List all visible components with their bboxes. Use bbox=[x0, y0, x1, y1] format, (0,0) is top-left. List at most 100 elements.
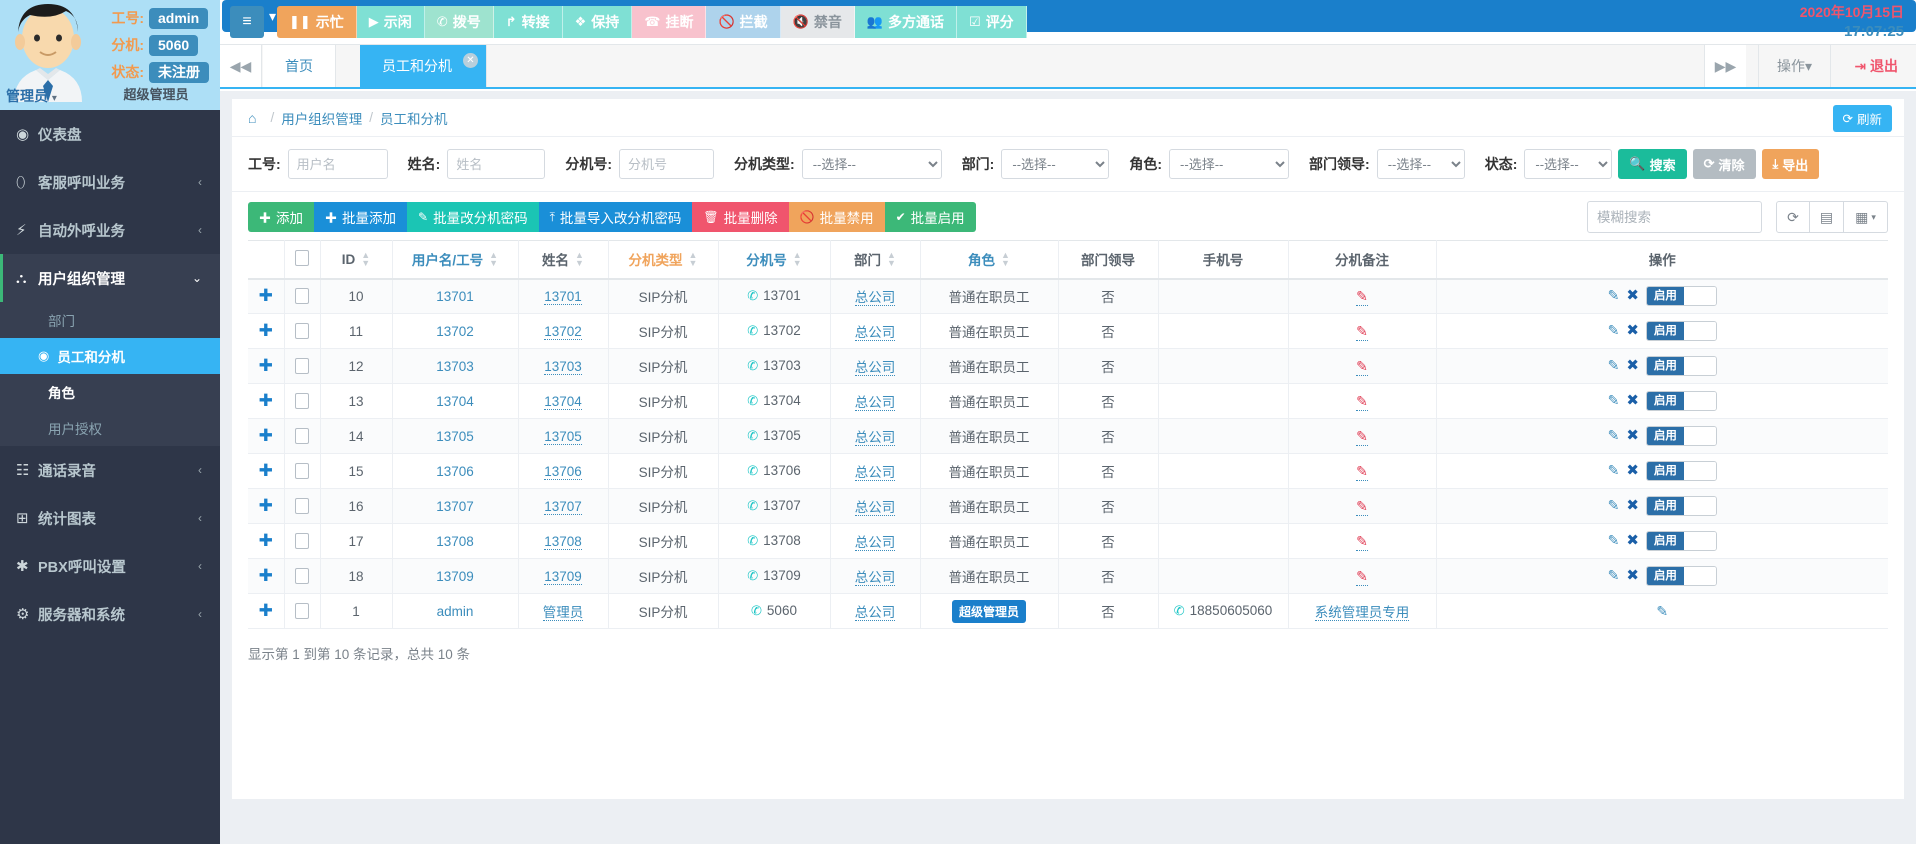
breadcrumb-link-user-org[interactable]: 用户组织管理 bbox=[281, 108, 362, 128]
table-header-ID[interactable]: ID ▲ ▼ bbox=[320, 240, 393, 280]
sort-icon[interactable]: ▲ ▼ bbox=[887, 251, 896, 268]
row-delete-icon[interactable]: ✖ bbox=[1626, 357, 1639, 374]
edit-remark-icon[interactable]: ✎ bbox=[1356, 287, 1368, 306]
cell-name[interactable]: 13705 bbox=[544, 428, 582, 445]
cell-username[interactable]: 13706 bbox=[436, 464, 474, 479]
row-enable-toggle[interactable]: 启用 bbox=[1645, 426, 1717, 447]
clear-button[interactable]: ⟳ 清除 bbox=[1692, 149, 1756, 179]
expand-row-icon[interactable]: ✚ bbox=[259, 566, 273, 585]
row-checkbox[interactable] bbox=[295, 358, 309, 375]
expand-row-icon[interactable]: ✚ bbox=[259, 391, 273, 410]
row-checkbox[interactable] bbox=[295, 428, 309, 445]
cell-name[interactable]: 13702 bbox=[544, 323, 582, 340]
sort-icon[interactable]: ▲ ▼ bbox=[689, 251, 698, 268]
row-edit-icon[interactable]: ✎ bbox=[1608, 392, 1620, 408]
cell-name[interactable]: 13704 bbox=[544, 393, 582, 410]
cell-username[interactable]: 13705 bbox=[436, 429, 474, 444]
call-button-0[interactable]: ❚❚ 示忙 bbox=[277, 6, 357, 38]
row-edit-icon[interactable]: ✎ bbox=[1608, 287, 1620, 303]
filter-role-select[interactable]: --选择-- bbox=[1169, 149, 1290, 179]
expand-row-icon[interactable]: ✚ bbox=[259, 426, 273, 445]
cell-name[interactable]: 13703 bbox=[544, 358, 582, 375]
row-enable-toggle[interactable]: 启用 bbox=[1645, 496, 1717, 517]
row-checkbox[interactable] bbox=[295, 463, 309, 480]
tab-home[interactable]: 首页 bbox=[263, 45, 336, 87]
call-button-8[interactable]: 👥 多方通话 bbox=[854, 6, 958, 38]
row-edit-icon[interactable]: ✎ bbox=[1608, 322, 1620, 338]
cell-username[interactable]: 13707 bbox=[436, 499, 474, 514]
sidebar-item-auto-dialer[interactable]: ⚡ 自动外呼业务 ‹ bbox=[0, 206, 220, 254]
cell-remark[interactable]: 系统管理员专用 bbox=[1314, 605, 1410, 621]
home-icon[interactable]: ⌂ bbox=[248, 110, 256, 126]
filter-dept-select[interactable]: --选择-- bbox=[1001, 149, 1110, 179]
cell-name[interactable]: 13706 bbox=[544, 463, 582, 480]
select-all-checkbox[interactable] bbox=[295, 249, 309, 266]
profile-name-dropdown[interactable]: 管理员 ▾ bbox=[6, 86, 57, 106]
table-header-分机类型[interactable]: 分机类型 ▲ ▼ bbox=[608, 240, 719, 280]
cell-dept[interactable]: 总公司 bbox=[854, 360, 896, 376]
cell-username[interactable]: 13708 bbox=[436, 534, 474, 549]
bulk-action-4[interactable]: 🗑 批量删除 bbox=[692, 202, 789, 232]
call-button-5[interactable]: ☎ 挂断 bbox=[632, 6, 707, 38]
call-button-1[interactable]: ▶ 示闲 bbox=[356, 6, 425, 38]
row-enable-toggle[interactable]: 启用 bbox=[1645, 321, 1717, 342]
row-checkbox[interactable] bbox=[295, 393, 309, 410]
filter-name-input[interactable] bbox=[447, 149, 546, 179]
cell-dept[interactable]: 总公司 bbox=[854, 430, 896, 446]
row-checkbox[interactable] bbox=[295, 288, 309, 305]
call-button-9[interactable]: ☑ 评分 bbox=[957, 6, 1027, 38]
call-button-6[interactable]: 🚫 拦截 bbox=[706, 6, 781, 38]
sort-icon[interactable]: ▲ ▼ bbox=[1001, 251, 1010, 268]
table-header-姓名[interactable]: 姓名 ▲ ▼ bbox=[518, 240, 609, 280]
row-enable-toggle[interactable]: 启用 bbox=[1645, 461, 1717, 482]
bulk-action-5[interactable]: 🚫 批量禁用 bbox=[788, 202, 885, 232]
filter-leader-select[interactable]: --选择-- bbox=[1376, 149, 1465, 179]
cell-name[interactable]: 13701 bbox=[544, 288, 582, 305]
edit-remark-icon[interactable]: ✎ bbox=[1356, 392, 1368, 411]
breadcrumb-link-staff-extension[interactable]: 员工和分机 bbox=[380, 108, 448, 128]
sort-icon[interactable]: ▲ ▼ bbox=[361, 251, 370, 268]
fuzzy-search-input[interactable] bbox=[1587, 201, 1762, 233]
edit-remark-icon[interactable]: ✎ bbox=[1356, 462, 1368, 481]
filter-ext-input[interactable] bbox=[619, 149, 715, 179]
row-delete-icon[interactable]: ✖ bbox=[1626, 497, 1639, 514]
cell-name[interactable]: 管理员 bbox=[542, 605, 584, 621]
row-edit-icon[interactable]: ✎ bbox=[1608, 532, 1620, 548]
row-checkbox[interactable] bbox=[295, 603, 309, 620]
sidebar-item-department[interactable]: 部门 bbox=[0, 302, 220, 338]
expand-row-icon[interactable]: ✚ bbox=[259, 496, 273, 515]
row-delete-icon[interactable]: ✖ bbox=[1626, 532, 1639, 549]
row-edit-icon[interactable]: ✎ bbox=[1656, 603, 1668, 619]
filter-ext-type-select[interactable]: --选择-- bbox=[801, 149, 942, 179]
cell-username[interactable]: 13709 bbox=[436, 569, 474, 584]
edit-remark-icon[interactable]: ✎ bbox=[1356, 567, 1368, 586]
sidebar-item-user-authorization[interactable]: 用户授权 bbox=[0, 410, 220, 446]
bulk-action-2[interactable]: ✎ 批量改分机密码 bbox=[407, 202, 539, 232]
expand-row-icon[interactable]: ✚ bbox=[259, 321, 273, 340]
cell-dept[interactable]: 总公司 bbox=[854, 605, 896, 621]
call-button-3[interactable]: ↱ 转接 bbox=[493, 6, 563, 38]
bulk-action-3[interactable]: ⤒ 批量导入改分机密码 bbox=[538, 202, 693, 232]
bulk-action-0[interactable]: ✚ 添加 bbox=[248, 202, 315, 232]
cell-name[interactable]: 13709 bbox=[544, 568, 582, 585]
cell-username[interactable]: 13703 bbox=[436, 359, 474, 374]
sidebar-item-role[interactable]: 角色 bbox=[0, 374, 220, 410]
edit-remark-icon[interactable]: ✎ bbox=[1356, 497, 1368, 516]
table-header-分机号[interactable]: 分机号 ▲ ▼ bbox=[718, 240, 831, 280]
tab-operations-dropdown[interactable]: 操作▾ bbox=[1757, 45, 1831, 87]
expand-row-icon[interactable]: ✚ bbox=[259, 286, 273, 305]
table-header-用户名/工号[interactable]: 用户名/工号 ▲ ▼ bbox=[392, 240, 519, 280]
row-enable-toggle[interactable]: 启用 bbox=[1645, 566, 1717, 587]
expand-row-icon[interactable]: ✚ bbox=[259, 601, 273, 620]
sort-icon[interactable]: ▲ ▼ bbox=[575, 251, 584, 268]
search-button[interactable]: 🔍 搜索 bbox=[1618, 149, 1687, 179]
cell-username[interactable]: admin bbox=[437, 604, 474, 619]
expand-row-icon[interactable]: ✚ bbox=[259, 531, 273, 550]
table-header-部门[interactable]: 部门 ▲ ▼ bbox=[830, 240, 921, 280]
table-columns-button[interactable]: ▦ ▾ bbox=[1844, 201, 1888, 233]
tab-scroll-left-button[interactable]: ◀◀ bbox=[220, 45, 262, 87]
bulk-action-1[interactable]: ✚ 批量添加 bbox=[314, 202, 408, 232]
call-button-4[interactable]: ❖ 保持 bbox=[562, 6, 633, 38]
close-icon[interactable]: ✕ bbox=[463, 53, 478, 68]
filter-status-select[interactable]: --选择-- bbox=[1524, 149, 1613, 179]
